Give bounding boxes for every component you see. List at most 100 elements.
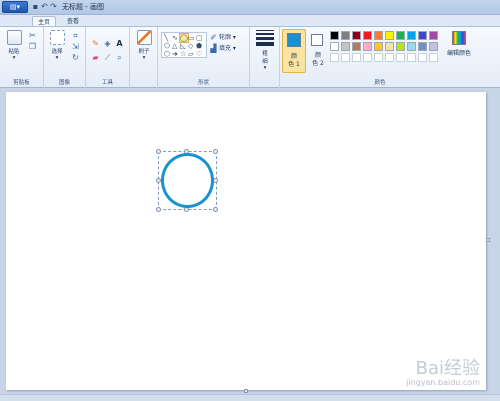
palette-color-swatch[interactable] [341,42,350,51]
star-shape-icon[interactable]: ☆ [180,50,186,58]
window-title: 无标题 - 画图 [62,3,104,11]
palette-color-swatch[interactable] [330,53,339,62]
watermark-url: jingyan.baidu.com [406,378,480,387]
color-picker-icon[interactable]: ⟋ [103,53,112,62]
palette-color-swatch[interactable] [341,53,350,62]
palette-color-swatch[interactable] [363,53,372,62]
palette-color-swatch[interactable] [352,42,361,51]
palette-color-swatch[interactable] [418,53,427,62]
edit-colors-button[interactable]: 编辑颜色 [444,31,474,57]
resize-handle[interactable] [213,149,218,154]
heart-shape-icon[interactable]: ♡ [196,50,202,58]
oval-shape-icon[interactable]: ◯ [179,33,189,43]
palette-color-swatch[interactable] [396,53,405,62]
rotate-icon[interactable]: ↻ [71,53,80,62]
polygon-shape-icon[interactable]: ⬠ [164,42,170,50]
palette-color-swatch[interactable] [374,31,383,40]
select-button[interactable]: 选择 ▾ [46,30,68,61]
fill-icon[interactable]: ◈ [103,39,112,48]
save-icon[interactable]: ▪ [31,2,40,11]
arrow-shape-icon[interactable]: ➜ [172,50,178,58]
palette-color-swatch[interactable] [385,31,394,40]
clipboard-group: 粘贴 ▾ ✂ ❐ 剪贴板 [0,27,44,88]
tools-group-label: 工具 [101,80,113,86]
resize-handle[interactable] [213,207,218,212]
diamond-shape-icon[interactable]: ◇ [188,42,193,50]
image-group: 选择 ▾ ⌗ ⇲ ↻ 图像 [44,27,86,88]
canvas-resize-handle[interactable] [486,238,490,242]
rectangle-shape-icon[interactable]: ▭ [188,34,195,42]
magnifier-icon[interactable]: ⌕ [115,53,124,62]
pencil-icon[interactable]: ✎ [91,39,100,48]
palette-color-swatch[interactable] [407,31,416,40]
palette-color-swatch[interactable] [374,53,383,62]
pentagon-shape-icon[interactable]: ⬟ [196,42,202,50]
palette-color-swatch[interactable] [385,42,394,51]
select-icon [49,30,65,45]
palette-color-swatch[interactable] [429,31,438,40]
resize-icon[interactable]: ⇲ [71,42,80,51]
palette-color-swatch[interactable] [352,53,361,62]
outline-button[interactable]: 轮廓 ▾ [219,33,236,42]
size-button[interactable]: 粗 细 ▾ [254,30,276,71]
hexagon-shape-icon[interactable]: ⬡ [164,50,170,58]
callout-shape-icon[interactable]: ▱ [188,50,193,58]
color2-button[interactable]: 颜 色 2 [307,29,329,73]
text-icon[interactable]: A [115,39,124,48]
palette-color-swatch[interactable] [352,31,361,40]
tools-group: ✎ ◈ A ▰ ⟋ ⌕ 工具 [86,27,130,88]
fill-bucket-icon: ▟ [210,44,217,53]
title-bar: ▤▾ ▪ ↶ ↷ 无标题 - 画图 [0,0,500,15]
color2-label-line2: 色 2 [312,60,324,67]
crop-icon[interactable]: ⌗ [71,31,80,40]
resize-handle[interactable] [156,149,161,154]
palette-color-swatch[interactable] [418,31,427,40]
paste-button[interactable]: 粘贴 ▾ [3,30,25,61]
fill-button[interactable]: 填充 ▾ [219,44,236,53]
palette-color-swatch[interactable] [330,42,339,51]
line-shape-icon[interactable]: ╲ [164,34,168,42]
chevron-down-icon: ▾ [12,55,16,61]
palette-color-swatch[interactable] [330,31,339,40]
drawn-circle[interactable] [161,153,214,208]
drawing-canvas[interactable] [6,92,486,390]
palette-color-swatch[interactable] [363,42,372,51]
palette-color-swatch[interactable] [363,31,372,40]
palette-color-swatch[interactable] [429,42,438,51]
palette-color-swatch[interactable] [429,53,438,62]
colors-group-label: 颜色 [374,80,386,86]
color1-button[interactable]: 颜 色 1 [282,29,306,73]
brushes-label: 刷子 [138,49,150,55]
rounded-rectangle-shape-icon[interactable]: ▢ [196,34,203,42]
right-triangle-shape-icon[interactable]: ◺ [180,42,185,50]
undo-icon[interactable]: ↶ [40,2,49,11]
brushes-button[interactable]: 刷子 ▾ [133,30,155,61]
chevron-down-icon: ▾ [55,55,59,61]
color1-swatch [287,33,301,47]
palette-color-swatch[interactable] [407,42,416,51]
cut-icon[interactable]: ✂ [28,31,37,40]
canvas-resize-handle[interactable] [244,389,248,393]
edit-colors-label: 编辑颜色 [446,50,471,57]
palette-color-swatch[interactable] [374,42,383,51]
palette-color-swatch[interactable] [418,42,427,51]
triangle-shape-icon[interactable]: △ [172,42,177,50]
eraser-icon[interactable]: ▰ [91,53,100,62]
paint-menu-button[interactable]: ▤▾ [2,1,28,13]
palette-color-swatch[interactable] [341,31,350,40]
size-group: 粗 细 ▾ [250,27,280,88]
palette-color-swatch[interactable] [385,53,394,62]
color-wheel-icon [452,31,466,45]
image-group-label: 图像 [58,80,70,86]
redo-icon[interactable]: ↷ [49,2,58,11]
palette-color-swatch[interactable] [396,42,405,51]
palette-color-swatch[interactable] [396,31,405,40]
color2-swatch [311,34,323,46]
curve-shape-icon[interactable]: ∿ [172,34,178,42]
copy-icon[interactable]: ❐ [28,42,37,51]
resize-handle[interactable] [156,207,161,212]
line-width-icon [256,30,274,46]
clipboard-icon [6,30,22,45]
chevron-down-icon: ▾ [263,65,267,71]
palette-color-swatch[interactable] [407,53,416,62]
